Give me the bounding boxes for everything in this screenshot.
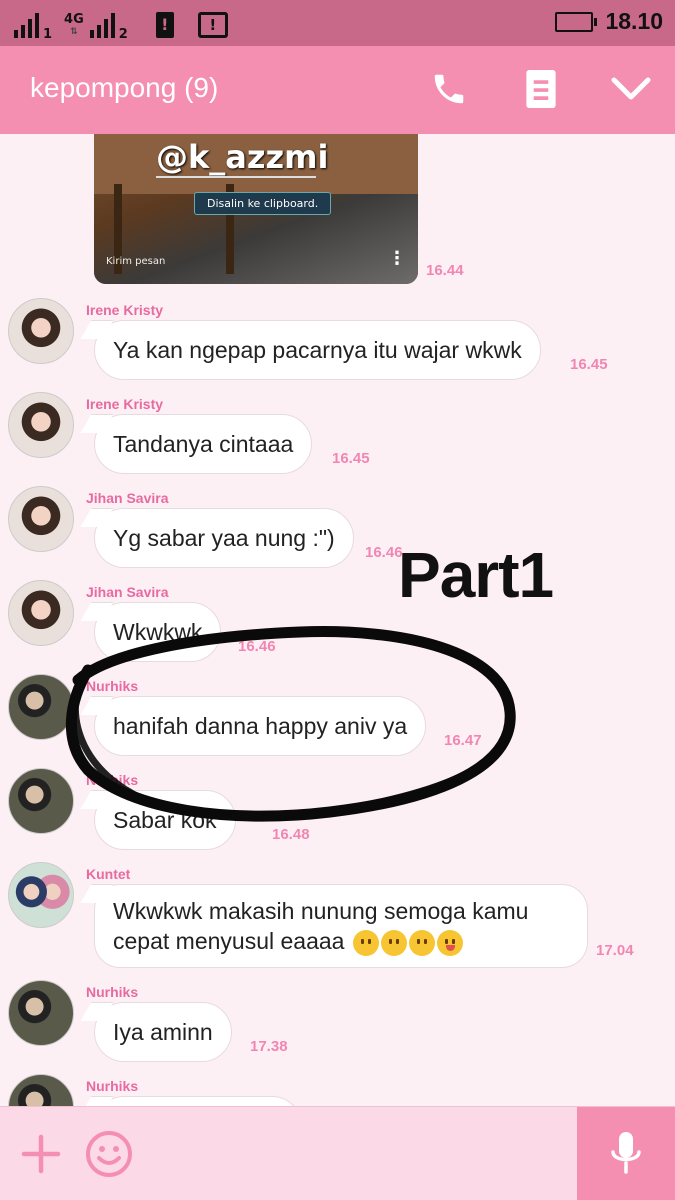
hushed-face-emoji-icon xyxy=(380,929,407,956)
notes-icon xyxy=(526,70,556,108)
plus-icon xyxy=(21,1134,61,1174)
notification-alert-icon: ! xyxy=(197,12,228,38)
message-time: 16.47 xyxy=(444,732,482,749)
chat-title[interactable]: kepompong (9) xyxy=(30,72,218,104)
message-text-content: Wkwkwk makasih nunung semoga kamu cepat … xyxy=(113,898,529,954)
voice-message-button[interactable] xyxy=(577,1107,675,1200)
signal-strength-icon xyxy=(14,12,39,38)
message-text: Yg sabar yaa nung :") xyxy=(113,524,335,551)
data-arrows-icon: ⇅ xyxy=(70,27,78,37)
microphone-icon xyxy=(611,1132,641,1174)
image-caption: Kirim pesan xyxy=(106,256,166,267)
image-toast-text: Disalin ke clipboard. xyxy=(194,192,332,215)
avatar[interactable] xyxy=(8,1074,74,1106)
network-type-label: 4G xyxy=(64,12,84,27)
message-bubble[interactable]: Wkwkwk makasih nunung semoga kamu cepat … xyxy=(94,884,588,968)
sender-name: Nurhiks xyxy=(86,1078,139,1094)
message-time: 16.44 xyxy=(426,262,464,279)
message-time: 17.38 xyxy=(250,1038,288,1055)
message-time: 16.46 xyxy=(238,638,276,655)
sender-name: Nurhiks xyxy=(86,984,139,1000)
message-text: Iya aminn xyxy=(113,1018,213,1045)
input-bar xyxy=(0,1106,675,1200)
avatar[interactable] xyxy=(8,862,74,928)
message-text: Wkwkwk makasih nunung semoga kamu cepat … xyxy=(113,896,569,956)
more-options-icon[interactable]: ⋮ xyxy=(388,248,406,269)
part-label-overlay: Part1 xyxy=(398,539,554,611)
message-bubble[interactable]: Tandanya cintaaa xyxy=(94,414,313,474)
phone-icon xyxy=(434,74,464,104)
emoji-button[interactable] xyxy=(84,1129,134,1179)
avatar[interactable] xyxy=(8,580,74,646)
image-handle-text: @k_azzmi xyxy=(156,138,329,176)
message-time: 17.04 xyxy=(596,942,634,959)
sender-name: Nurhiks xyxy=(86,678,139,694)
image-underline xyxy=(156,176,316,178)
avatar[interactable] xyxy=(8,392,74,458)
message-text: hanifah danna happy aniv ya xyxy=(113,712,408,739)
hushed-face-emoji-icon xyxy=(408,929,435,956)
message-text: Tandanya cintaaa xyxy=(113,430,294,457)
chat-messages[interactable]: @k_azzmi Disalin ke clipboard. Kirim pes… xyxy=(0,134,675,1106)
image-message[interactable]: @k_azzmi Disalin ke clipboard. Kirim pes… xyxy=(94,134,418,284)
avatar[interactable] xyxy=(8,486,74,552)
avatar[interactable] xyxy=(8,768,74,834)
chevron-down-icon xyxy=(611,77,651,100)
sim2-label: 2 xyxy=(118,27,128,42)
network-type: 4G ⇅ xyxy=(64,12,84,38)
tongue-face-emoji-icon xyxy=(436,929,463,956)
menu-dropdown-button[interactable] xyxy=(608,66,654,112)
smiley-icon xyxy=(86,1131,132,1177)
chat-header: kepompong (9) xyxy=(0,46,675,134)
avatar[interactable] xyxy=(8,298,74,364)
message-text: Ya kan ngepap pacarnya itu wajar wkwk xyxy=(113,336,522,363)
message-bubble[interactable]: Sabar kok xyxy=(94,790,236,850)
signal-strength-2-icon xyxy=(89,12,115,38)
message-text: Wkwkwk xyxy=(113,618,203,645)
message-bubble[interactable]: Wkwkwk xyxy=(94,602,222,662)
message-time: 16.46 xyxy=(365,544,403,561)
message-time: 16.45 xyxy=(570,356,608,373)
sender-name: Irene Kristy xyxy=(86,396,164,412)
notes-button[interactable] xyxy=(518,66,564,112)
add-attachment-button[interactable] xyxy=(16,1129,66,1179)
sender-name: Jihan Savira xyxy=(86,584,169,600)
message-bubble[interactable]: Yg sabar yaa nung :") xyxy=(94,508,354,568)
avatar[interactable] xyxy=(8,980,74,1046)
message-bubble[interactable]: hanifah danna happy aniv ya xyxy=(94,696,427,756)
call-button[interactable] xyxy=(426,66,472,112)
sim1-label: 1 xyxy=(43,27,53,42)
battery-icon xyxy=(555,11,598,32)
message-bubble[interactable] xyxy=(94,1096,302,1106)
status-time: 18.10 xyxy=(605,8,663,34)
status-bar: 1 4G ⇅ 2 ! ! 18.10 xyxy=(0,0,675,46)
sender-name: Kuntet xyxy=(86,866,131,882)
message-text: Sabar kok xyxy=(113,806,217,833)
hushed-face-emoji-icon xyxy=(352,929,379,956)
sender-name: Jihan Savira xyxy=(86,490,169,506)
sender-name: Irene Kristy xyxy=(86,302,164,318)
message-bubble[interactable]: Ya kan ngepap pacarnya itu wajar wkwk xyxy=(94,320,541,380)
message-bubble[interactable]: Iya aminn xyxy=(94,1002,232,1062)
message-time: 16.45 xyxy=(332,450,370,467)
avatar[interactable] xyxy=(8,674,74,740)
battery-alert-icon: ! xyxy=(155,12,174,38)
message-time: 16.48 xyxy=(272,826,310,843)
sender-name: Nurhiks xyxy=(86,772,139,788)
